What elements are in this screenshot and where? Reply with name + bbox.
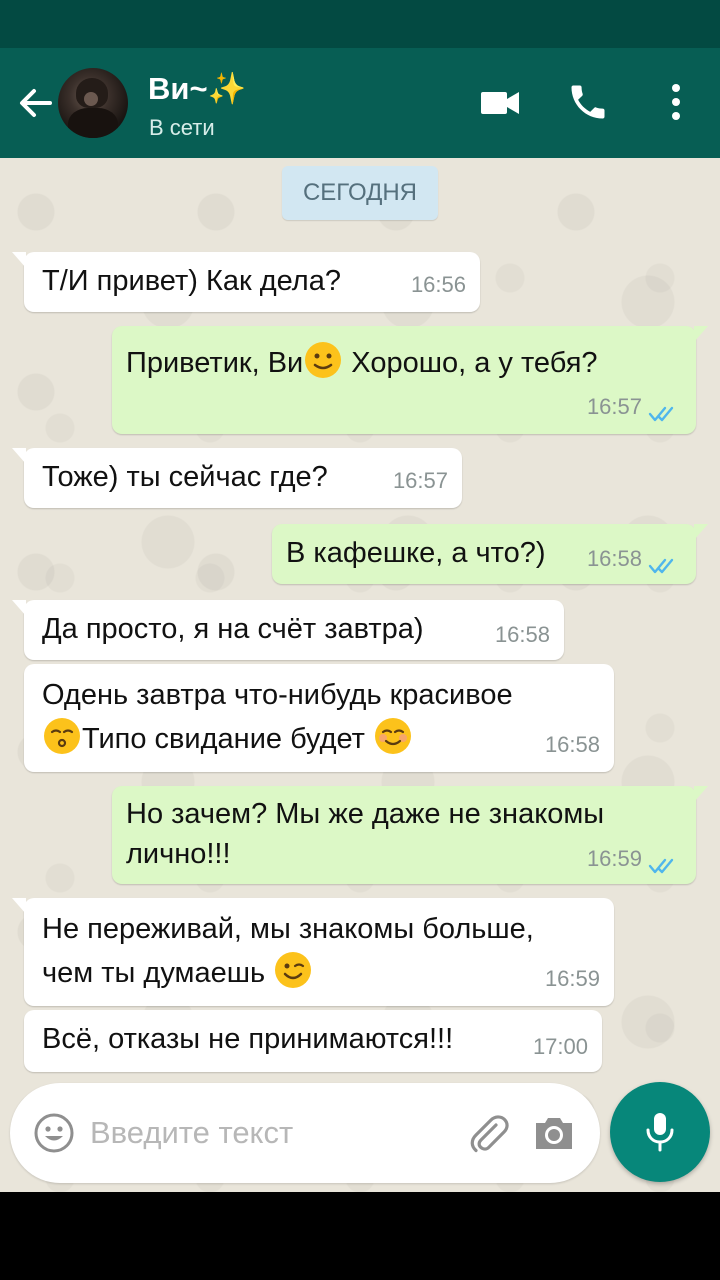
kissing-face-icon bbox=[44, 718, 80, 754]
message-incoming[interactable]: Одень завтра что-нибудь красивое Типо сви… bbox=[24, 664, 614, 772]
message-text: чем ты думаешь bbox=[42, 957, 274, 989]
message-text: Т/И привет) Как дела? bbox=[42, 265, 341, 297]
message-time: 16:59 bbox=[544, 966, 600, 991]
message-text: Не переживай, мы знакомы больше, bbox=[42, 913, 534, 945]
message-outgoing[interactable]: Но зачем? Мы же даже не знакомы лично!!! … bbox=[112, 786, 708, 884]
message-text: Одень завтра что-нибудь красивое bbox=[42, 679, 513, 711]
message-text: Типо свидание будет bbox=[82, 723, 374, 755]
chat-area[interactable]: СЕГОДНЯ Т/И привет) Как дела? 16:56 Прив… bbox=[0, 158, 720, 1192]
winking-face-icon bbox=[275, 952, 312, 988]
message-time: 16:57 bbox=[586, 394, 642, 419]
message-incoming[interactable]: Не переживай, мы знакомы больше, чем ты д… bbox=[12, 898, 614, 1006]
slightly-smiling-face-icon bbox=[305, 342, 342, 378]
message-time: 16:58 bbox=[494, 622, 550, 647]
message-incoming[interactable]: Всё, отказы не принимаются!!! 17:00 bbox=[24, 1010, 602, 1072]
message-text: лично!!! bbox=[126, 838, 231, 870]
message-incoming[interactable]: Т/И привет) Как дела? 16:56 bbox=[12, 252, 480, 312]
emoji-icon[interactable] bbox=[32, 1111, 76, 1155]
chat-header: Ви~✨ В сети bbox=[0, 48, 720, 158]
contact-status: В сети bbox=[149, 115, 215, 140]
message-text: Всё, отказы не принимаются!!! bbox=[42, 1023, 454, 1055]
system-nav-bar bbox=[0, 1192, 720, 1280]
message-time: 16:58 bbox=[586, 546, 642, 571]
phone-icon[interactable] bbox=[566, 80, 610, 124]
message-text: Но зачем? Мы же даже не знакомы bbox=[126, 798, 605, 830]
attach-icon[interactable] bbox=[466, 1111, 510, 1157]
message-incoming[interactable]: Да просто, я на счёт завтра) 16:58 bbox=[12, 600, 564, 660]
message-time: 16:58 bbox=[544, 732, 600, 757]
message-text: Хорошо, а у тебя? bbox=[343, 347, 598, 379]
smiling-face-icon bbox=[375, 718, 412, 754]
contact-name[interactable]: Ви~✨ bbox=[148, 70, 246, 107]
message-incoming[interactable]: Тоже) ты сейчас где? 16:57 bbox=[12, 448, 462, 508]
message-outgoing[interactable]: В кафешке, а что?) 16:58 bbox=[272, 524, 708, 584]
read-ticks-icon bbox=[648, 858, 674, 874]
more-vert-icon[interactable] bbox=[660, 80, 692, 124]
message-text: Тоже) ты сейчас где? bbox=[42, 461, 328, 493]
message-input[interactable] bbox=[90, 1109, 450, 1157]
camera-icon[interactable] bbox=[532, 1113, 576, 1153]
status-bar bbox=[0, 0, 720, 48]
video-call-icon[interactable] bbox=[478, 84, 522, 120]
message-text: Приветик, Ви bbox=[126, 347, 304, 379]
mic-icon bbox=[646, 1113, 674, 1152]
message-text: Да просто, я на счёт завтра) bbox=[42, 613, 424, 645]
message-time: 16:57 bbox=[392, 468, 448, 493]
message-time: 17:00 bbox=[532, 1034, 588, 1059]
contact-avatar[interactable] bbox=[58, 68, 128, 138]
message-outgoing[interactable]: Приветик, Ви Хорошо, а у тебя? 16:57 bbox=[112, 326, 708, 434]
date-divider: СЕГОДНЯ bbox=[282, 166, 438, 220]
read-ticks-icon bbox=[648, 558, 674, 574]
message-time: 16:56 bbox=[410, 272, 466, 297]
message-time: 16:59 bbox=[586, 846, 642, 871]
read-ticks-icon bbox=[648, 406, 674, 422]
mic-button[interactable] bbox=[610, 1082, 710, 1182]
back-arrow-icon[interactable] bbox=[14, 82, 56, 124]
message-composer bbox=[10, 1083, 600, 1183]
